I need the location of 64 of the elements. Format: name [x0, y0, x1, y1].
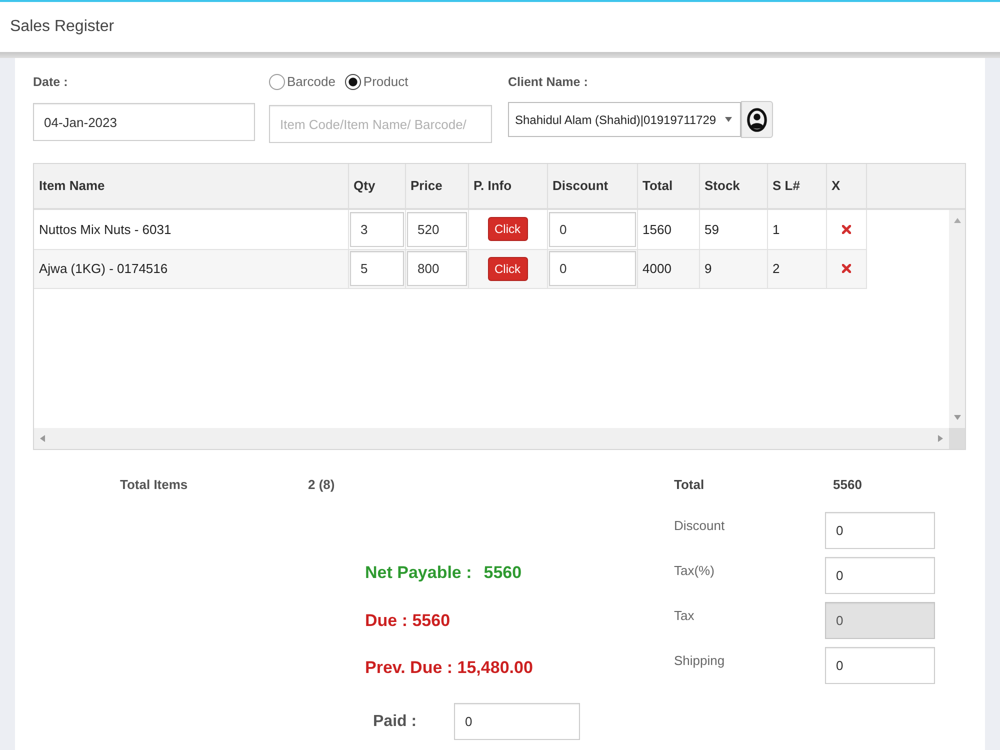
column-header: X [826, 164, 866, 209]
table-cell: 9 [699, 249, 767, 288]
due-amount: Due : 5560 [365, 610, 450, 632]
scroll-right-icon[interactable] [938, 435, 943, 442]
column-header: S L# [767, 164, 826, 209]
adjustment-field[interactable]: 0 [825, 647, 935, 684]
delete-icon[interactable] [842, 224, 850, 234]
paid-field[interactable]: 0 [454, 703, 580, 740]
column-header: Price [405, 164, 468, 209]
info-button[interactable]: Click [488, 256, 528, 280]
scroll-left-icon[interactable] [40, 435, 45, 442]
cell-input-field[interactable]: 3 [350, 212, 404, 247]
table-cell: Nuttos Mix Nuts - 6031 [34, 210, 348, 249]
cell-input-field[interactable]: 520 [406, 212, 466, 247]
column-header: P. Info [468, 164, 547, 209]
vertical-scrollbar[interactable] [949, 210, 965, 428]
total-items-value: 2 (8) [308, 476, 335, 494]
adjustment-field: 0 [825, 602, 935, 639]
paid-label: Paid : [373, 712, 417, 732]
column-header: Qty [348, 164, 405, 209]
caret-icon [725, 117, 732, 122]
radio-label[interactable]: Barcode [287, 73, 336, 91]
date-field[interactable]: 04-Jan-2023 [33, 103, 255, 141]
column-header: Discount [547, 164, 637, 209]
table-cell: 59 [699, 210, 767, 249]
scroll-down-icon[interactable] [954, 415, 960, 420]
adjustment-label: Discount [674, 517, 725, 535]
cell-input-field[interactable]: 800 [406, 251, 466, 286]
client-name-label: Client Name : [508, 74, 588, 91]
table-cell: 1560 [637, 210, 699, 249]
net-payable-label: Net Payable : [365, 562, 472, 584]
radio-button[interactable] [269, 74, 285, 90]
user-icon [747, 108, 767, 132]
cell-input-field[interactable]: 0 [548, 251, 636, 286]
adjustment-label: Tax [674, 607, 694, 625]
table-cell: 4000 [637, 249, 699, 288]
adjustment-label: Tax(%) [674, 562, 714, 580]
radio-button[interactable] [345, 74, 362, 90]
table-cell: 2 [767, 249, 826, 288]
table-cell: 1 [767, 210, 826, 249]
info-button[interactable]: Click [488, 217, 528, 242]
total-label: Total [674, 476, 704, 494]
column-header: Total [637, 164, 699, 209]
cell-input-field[interactable]: 0 [548, 212, 636, 247]
delete-icon[interactable] [842, 264, 850, 273]
radio-label[interactable]: Product [363, 73, 408, 91]
scroll-up-icon[interactable] [954, 218, 960, 223]
column-header: Item Name [34, 164, 348, 209]
table-cell: Ajwa (1KG) - 0174516 [34, 249, 348, 288]
adjustment-label: Shipping [674, 652, 725, 670]
client-select[interactable]: Shahidul Alam (Shahid)|01919711729 [508, 102, 741, 137]
net-payable-value: 5560 [484, 562, 522, 584]
adjustment-field[interactable]: 0 [825, 557, 935, 594]
previous-due-amount: Prev. Due : 15,480.00 [365, 657, 533, 679]
cell-input-field[interactable]: 5 [350, 251, 404, 286]
total-items-label: Total Items [120, 476, 188, 494]
window-title: Sales Register [10, 17, 114, 37]
item-search-field[interactable]: Item Code/Item Name/ Barcode/ [269, 105, 492, 143]
horizontal-scrollbar[interactable] [34, 428, 949, 449]
client-profile-button[interactable] [741, 101, 773, 138]
column-header: Stock [699, 164, 767, 209]
total-value: 5560 [833, 476, 862, 494]
date-label: Date : [33, 74, 68, 91]
adjustment-field[interactable]: 0 [825, 512, 935, 549]
